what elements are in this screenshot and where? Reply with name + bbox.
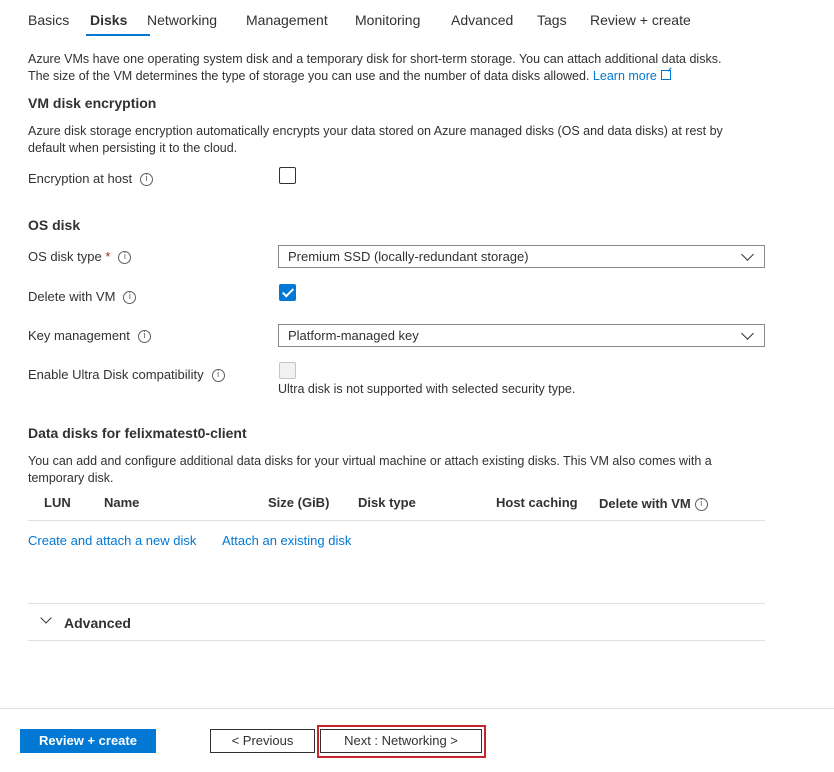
data-disks-title: Data disks for felixmatest0-client xyxy=(28,425,247,441)
delete-with-vm-label: Delete with VM i xyxy=(28,289,137,305)
review-create-button[interactable]: Review + create xyxy=(20,729,156,753)
key-management-value: Platform-managed key xyxy=(288,328,419,343)
ultra-disk-label: Enable Ultra Disk compatibility i xyxy=(28,367,225,383)
table-divider xyxy=(28,520,765,521)
learn-more-link[interactable]: Learn more xyxy=(593,69,671,83)
os-disk-title: OS disk xyxy=(28,217,81,233)
info-icon[interactable]: i xyxy=(140,173,154,187)
intro-text: Azure VMs have one operating system disk… xyxy=(28,51,818,85)
column-header-name: Name xyxy=(104,495,140,510)
data-disks-description: You can add and configure additional dat… xyxy=(28,454,712,485)
ultra-disk-checkbox[interactable] xyxy=(279,362,296,379)
highlight-box xyxy=(317,725,486,758)
create-attach-new-disk-link[interactable]: Create and attach a new disk xyxy=(28,533,196,548)
column-header-size: Size (GiB) xyxy=(268,495,330,510)
info-icon[interactable]: i xyxy=(118,251,132,265)
chevron-down-icon xyxy=(40,612,52,624)
key-management-dropdown[interactable]: Platform-managed key xyxy=(278,324,765,347)
tab-networking[interactable]: Networking xyxy=(147,12,217,28)
info-icon[interactable]: i xyxy=(123,291,137,305)
tab-management[interactable]: Management xyxy=(246,12,328,28)
footer-divider xyxy=(0,708,834,709)
info-icon[interactable]: i xyxy=(211,369,225,383)
advanced-label: Advanced xyxy=(64,615,131,631)
encryption-description: Azure disk storage encryption automatica… xyxy=(28,124,723,155)
encryption-at-host-checkbox[interactable] xyxy=(279,167,296,184)
tab-review-create[interactable]: Review + create xyxy=(590,12,691,28)
encryption-at-host-label: Encryption at host i xyxy=(28,171,154,187)
attach-existing-disk-link[interactable]: Attach an existing disk xyxy=(222,533,351,548)
tab-monitoring[interactable]: Monitoring xyxy=(355,12,420,28)
key-management-label: Key management i xyxy=(28,328,151,344)
info-icon[interactable]: i xyxy=(694,498,708,512)
advanced-section-toggle[interactable]: Advanced xyxy=(28,604,765,640)
os-disk-type-label: OS disk type * i xyxy=(28,249,132,265)
column-header-delete-with-vm: Delete with VM i xyxy=(599,496,708,512)
tab-advanced[interactable]: Advanced xyxy=(451,12,513,28)
os-disk-type-value: Premium SSD (locally-redundant storage) xyxy=(288,249,529,264)
required-mark: * xyxy=(105,249,111,264)
intro-line-1: Azure VMs have one operating system disk… xyxy=(28,52,722,66)
chevron-down-icon xyxy=(741,248,754,261)
intro-line-2: The size of the VM determines the type o… xyxy=(28,68,818,85)
delete-with-vm-checkbox[interactable] xyxy=(279,284,296,301)
external-link-icon xyxy=(660,70,671,80)
os-disk-type-dropdown[interactable]: Premium SSD (locally-redundant storage) xyxy=(278,245,765,268)
previous-button[interactable]: < Previous xyxy=(210,729,315,753)
tab-tags[interactable]: Tags xyxy=(537,12,567,28)
active-tab-indicator xyxy=(86,34,150,36)
ultra-disk-note: Ultra disk is not supported with selecte… xyxy=(278,382,576,396)
column-header-host-caching: Host caching xyxy=(496,495,578,510)
tab-basics[interactable]: Basics xyxy=(28,12,69,28)
chevron-down-icon xyxy=(741,327,754,340)
info-icon[interactable]: i xyxy=(137,330,151,344)
tab-disks[interactable]: Disks xyxy=(90,12,127,28)
encryption-title: VM disk encryption xyxy=(28,95,157,111)
advanced-bottom-divider xyxy=(28,640,765,641)
column-header-lun: LUN xyxy=(44,495,71,510)
column-header-disk-type: Disk type xyxy=(358,495,416,510)
